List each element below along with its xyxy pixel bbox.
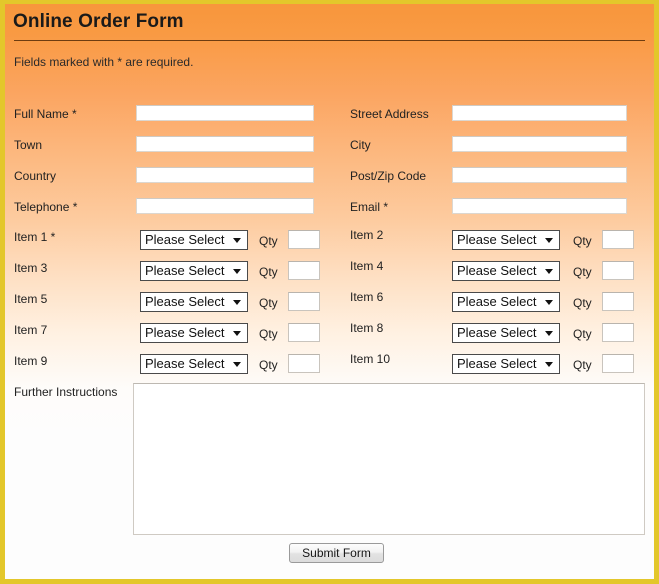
item-2-qty-input[interactable] bbox=[602, 230, 634, 249]
chevron-down-icon bbox=[233, 269, 241, 274]
item-7-select-value: Please Select bbox=[145, 325, 225, 340]
item-6-select[interactable]: Please Select bbox=[452, 292, 560, 312]
item-5-qty-input[interactable] bbox=[288, 292, 320, 311]
order-form-frame: Online Order Form Fields marked with * a… bbox=[0, 0, 659, 584]
chevron-down-icon bbox=[545, 238, 553, 243]
submit-form-button[interactable]: Submit Form bbox=[289, 543, 384, 563]
item-1-qty-input[interactable] bbox=[288, 230, 320, 249]
item-4-qty-input[interactable] bbox=[602, 261, 634, 280]
item-5-select-value: Please Select bbox=[145, 294, 225, 309]
chevron-down-icon bbox=[545, 300, 553, 305]
label-email: Email * bbox=[350, 200, 389, 214]
chevron-down-icon bbox=[233, 362, 241, 367]
label-item-7: Item 7 bbox=[14, 323, 48, 337]
item-2-qty-label: Qty bbox=[573, 234, 592, 248]
item-7-select[interactable]: Please Select bbox=[140, 323, 248, 343]
label-item-9: Item 9 bbox=[14, 354, 48, 368]
item-8-select-value: Please Select bbox=[457, 325, 537, 340]
label-item-5: Item 5 bbox=[14, 292, 48, 306]
item-10-select[interactable]: Please Select bbox=[452, 354, 560, 374]
country-input[interactable] bbox=[136, 167, 314, 183]
title-divider bbox=[14, 40, 645, 41]
item-1-select-value: Please Select bbox=[145, 232, 225, 247]
item-3-qty-input[interactable] bbox=[288, 261, 320, 280]
label-item-1: Item 1 * bbox=[14, 230, 56, 244]
item-7-qty-label: Qty bbox=[259, 327, 278, 341]
chevron-down-icon bbox=[545, 362, 553, 367]
label-town: Town bbox=[14, 138, 43, 152]
item-3-select-value: Please Select bbox=[145, 263, 225, 278]
item-9-select-value: Please Select bbox=[145, 356, 225, 371]
label-full-name: Full Name * bbox=[14, 107, 77, 121]
item-10-qty-label: Qty bbox=[573, 358, 592, 372]
chevron-down-icon bbox=[233, 238, 241, 243]
label-further-instructions: Further Instructions bbox=[14, 385, 118, 399]
item-4-qty-label: Qty bbox=[573, 265, 592, 279]
telephone-input[interactable] bbox=[136, 198, 314, 214]
item-8-qty-input[interactable] bbox=[602, 323, 634, 342]
item-6-select-value: Please Select bbox=[457, 294, 537, 309]
required-fields-note: Fields marked with * are required. bbox=[14, 55, 194, 69]
item-9-qty-label: Qty bbox=[259, 358, 278, 372]
page-title: Online Order Form bbox=[13, 11, 184, 32]
item-6-qty-label: Qty bbox=[573, 296, 592, 310]
label-country: Country bbox=[14, 169, 57, 183]
item-4-select-value: Please Select bbox=[457, 263, 537, 278]
further-instructions-textarea[interactable] bbox=[133, 383, 645, 535]
item-3-select[interactable]: Please Select bbox=[140, 261, 248, 281]
item-10-select-value: Please Select bbox=[457, 356, 537, 371]
item-6-qty-input[interactable] bbox=[602, 292, 634, 311]
label-item-3: Item 3 bbox=[14, 261, 48, 275]
label-street-address: Street Address bbox=[350, 107, 429, 121]
item-10-qty-input[interactable] bbox=[602, 354, 634, 373]
item-3-qty-label: Qty bbox=[259, 265, 278, 279]
label-item-2: Item 2 bbox=[350, 228, 384, 242]
city-input[interactable] bbox=[452, 136, 627, 152]
item-5-qty-label: Qty bbox=[259, 296, 278, 310]
chevron-down-icon bbox=[233, 300, 241, 305]
item-1-select[interactable]: Please Select bbox=[140, 230, 248, 250]
full-name-input[interactable] bbox=[136, 105, 314, 121]
item-9-select[interactable]: Please Select bbox=[140, 354, 248, 374]
item-1-qty-label: Qty bbox=[259, 234, 278, 248]
label-city: City bbox=[350, 138, 371, 152]
label-postal-code: Post/Zip Code bbox=[350, 169, 427, 183]
item-7-qty-input[interactable] bbox=[288, 323, 320, 342]
label-item-4: Item 4 bbox=[350, 259, 384, 273]
label-item-10: Item 10 bbox=[350, 352, 391, 366]
label-item-8: Item 8 bbox=[350, 321, 384, 335]
item-4-select[interactable]: Please Select bbox=[452, 261, 560, 281]
order-form-body: Online Order Form Fields marked with * a… bbox=[5, 4, 654, 579]
item-8-select[interactable]: Please Select bbox=[452, 323, 560, 343]
chevron-down-icon bbox=[545, 269, 553, 274]
town-input[interactable] bbox=[136, 136, 314, 152]
chevron-down-icon bbox=[233, 331, 241, 336]
item-9-qty-input[interactable] bbox=[288, 354, 320, 373]
chevron-down-icon bbox=[545, 331, 553, 336]
item-2-select-value: Please Select bbox=[457, 232, 537, 247]
item-8-qty-label: Qty bbox=[573, 327, 592, 341]
item-2-select[interactable]: Please Select bbox=[452, 230, 560, 250]
postal-code-input[interactable] bbox=[452, 167, 627, 183]
item-5-select[interactable]: Please Select bbox=[140, 292, 248, 312]
street-address-input[interactable] bbox=[452, 105, 627, 121]
label-telephone: Telephone * bbox=[14, 200, 78, 214]
label-item-6: Item 6 bbox=[350, 290, 384, 304]
email-input[interactable] bbox=[452, 198, 627, 214]
